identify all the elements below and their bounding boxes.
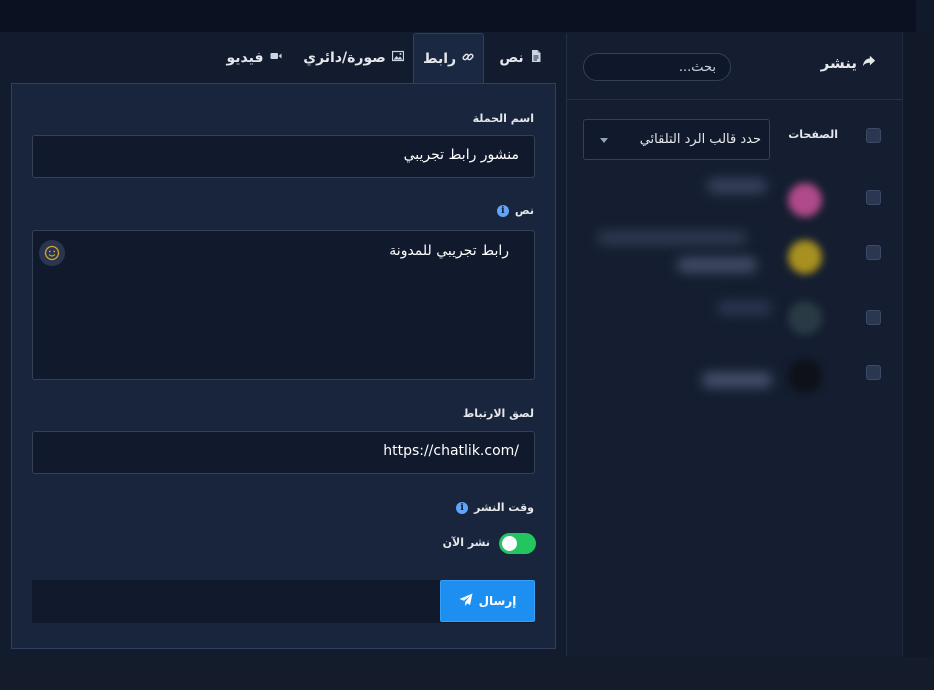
- reply-template-select[interactable]: حدد قالب الرد التلقائي: [583, 119, 770, 160]
- bottom-strip: [0, 657, 934, 690]
- pages-label: الصفحات: [788, 128, 838, 141]
- scrollbar-track: [916, 0, 934, 32]
- publish-title-text: ينشر: [820, 54, 857, 72]
- smiley-icon: [44, 245, 60, 261]
- publish-title: ينشر: [821, 54, 876, 72]
- search-input[interactable]: [583, 53, 731, 81]
- page-row-checkbox[interactable]: [866, 365, 881, 380]
- link-label: لصق الارتباط: [463, 407, 534, 420]
- chevron-down-icon: [600, 138, 608, 143]
- tab-link[interactable]: رابط: [413, 33, 484, 83]
- page-row-checkbox[interactable]: [866, 190, 881, 205]
- publish-now-label: نشر الآن: [442, 536, 490, 549]
- publish-time-label: وقت النشر i: [456, 501, 534, 514]
- campaign-name-label: اسم الحملة: [473, 112, 534, 125]
- send-button[interactable]: إرسال: [440, 580, 535, 622]
- page-avatar: [788, 301, 822, 335]
- tab-video-label: فيديو: [226, 50, 264, 66]
- publish-panel: ينشر الصفحات حدد قالب الرد التلقائي: [566, 33, 902, 656]
- paper-plane-icon: [459, 593, 473, 610]
- info-icon: i: [456, 501, 469, 514]
- post-type-tabs: نص رابط صورة/دائري فيديو: [13, 33, 556, 83]
- link-post-form: اسم الحملة منشور رابط تجريبي نص i رابط ت…: [11, 83, 556, 649]
- campaign-name-field[interactable]: منشور رابط تجريبي: [32, 135, 535, 178]
- campaign-name-value: منشور رابط تجريبي: [403, 147, 519, 163]
- top-bar: [0, 0, 934, 32]
- tab-text[interactable]: نص: [485, 33, 556, 83]
- send-button-label: إرسال: [478, 594, 517, 608]
- link-url-value: https://chatlik.com/: [383, 443, 519, 459]
- post-text-value: رابط تجريبي للمدونة: [389, 243, 509, 259]
- post-text-area[interactable]: رابط تجريبي للمدونة: [32, 230, 535, 380]
- select-all-pages-checkbox[interactable]: [866, 128, 881, 143]
- tab-link-label: رابط: [422, 50, 457, 67]
- page-avatar: [788, 359, 822, 393]
- page-name-blurred: [702, 373, 772, 387]
- toggle-knob: [502, 536, 517, 551]
- reply-template-select-value: حدد قالب الرد التلقائي: [639, 132, 761, 147]
- page-name-blurred: [597, 231, 747, 245]
- link-label-text: لصق الارتباط: [462, 407, 534, 420]
- tab-video[interactable]: فيديو: [213, 33, 295, 83]
- page-avatar: [788, 240, 822, 274]
- file-text-icon: [530, 50, 542, 66]
- campaign-name-label-text: اسم الحملة: [472, 112, 534, 125]
- page-row-checkbox[interactable]: [866, 245, 881, 260]
- page-name-blurred: [677, 258, 757, 272]
- info-icon: i: [496, 204, 509, 217]
- emoji-button[interactable]: [39, 240, 65, 266]
- publish-now-toggle[interactable]: [499, 533, 536, 554]
- text-label-text: نص: [514, 204, 534, 217]
- page-row-checkbox[interactable]: [866, 310, 881, 325]
- text-label: نص i: [496, 204, 534, 217]
- tab-image-carousel[interactable]: صورة/دائري: [296, 33, 411, 83]
- page-name-blurred: [707, 179, 767, 193]
- tab-image-carousel-label: صورة/دائري: [303, 50, 386, 66]
- video-icon: [270, 50, 282, 66]
- page-avatar: [788, 183, 822, 217]
- share-icon: [862, 54, 876, 72]
- link-url-field[interactable]: https://chatlik.com/: [32, 431, 535, 474]
- image-icon: [391, 50, 404, 66]
- publish-panel-header: ينشر: [567, 33, 902, 100]
- tab-text-label: نص: [499, 50, 524, 66]
- publish-time-label-text: وقت النشر: [474, 501, 534, 514]
- page-name-blurred: [717, 301, 772, 315]
- link-icon: [462, 51, 474, 67]
